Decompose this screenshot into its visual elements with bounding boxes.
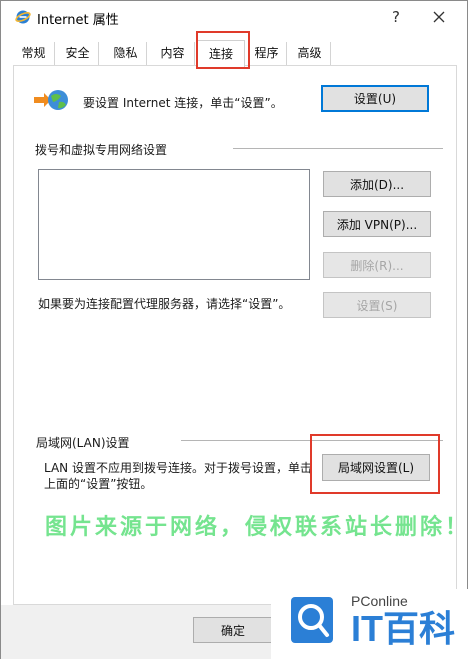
setup-button[interactable]: 设置(U) — [321, 85, 429, 112]
logo-subtitle: PConline — [351, 593, 408, 609]
close-icon — [433, 11, 445, 23]
magnifier-logo-icon — [289, 595, 335, 645]
lan-instruction: LAN 设置不应用到拨号连接。对于拨号设置，单击上面的“设置”按钮。 — [44, 461, 312, 491]
lan-separator — [181, 440, 443, 441]
pconline-logo: PConline IT百科 — [271, 589, 468, 659]
tab-general[interactable]: 常规 — [13, 42, 55, 66]
tab-strip: 常规 安全 隐私 内容 连接 程序 高级 — [13, 40, 457, 67]
ok-button[interactable]: 确定 — [193, 617, 273, 643]
internet-explorer-icon — [15, 9, 31, 25]
watermark-text: 图片来源于网络，侵权联系站长删除！ — [45, 515, 468, 540]
title-bar: Internet 属性 ? — [1, 1, 467, 33]
proxy-instruction: 如果要为连接配置代理服务器，请选择“设置”。 — [38, 297, 291, 311]
setup-instruction: 要设置 Internet 连接，单击“设置”。 — [83, 96, 283, 110]
tab-content[interactable]: 内容 — [151, 42, 195, 66]
add-connection-button[interactable]: 添加(D)... — [323, 171, 431, 197]
lan-group-label: 局域网(LAN)设置 — [36, 436, 130, 450]
help-button[interactable]: ? — [384, 5, 408, 29]
window-title: Internet 属性 — [37, 13, 119, 28]
tab-security[interactable]: 安全 — [57, 42, 99, 66]
add-vpn-button[interactable]: 添加 VPN(P)... — [323, 211, 431, 237]
tab-programs[interactable]: 程序 — [247, 42, 287, 66]
tab-privacy[interactable]: 隐私 — [105, 42, 147, 66]
connection-settings-button[interactable]: 设置(S) — [323, 292, 431, 318]
dialup-separator — [233, 148, 443, 149]
dialup-vpn-group-label: 拨号和虚拟专用网络设置 — [35, 143, 168, 157]
network-setup-icon — [34, 87, 70, 113]
tab-advanced[interactable]: 高级 — [289, 42, 331, 66]
logo-title: IT百科 — [351, 608, 455, 649]
tab-connections[interactable]: 连接 — [197, 40, 245, 67]
connections-list[interactable] — [38, 169, 310, 280]
remove-connection-button[interactable]: 删除(R)... — [323, 252, 431, 278]
lan-settings-button[interactable]: 局域网设置(L) — [322, 454, 430, 481]
close-button[interactable] — [426, 5, 452, 29]
internet-properties-dialog: Internet 属性 ? 常规 安全 隐私 内容 连接 程序 高级 要设置 I… — [0, 0, 468, 659]
